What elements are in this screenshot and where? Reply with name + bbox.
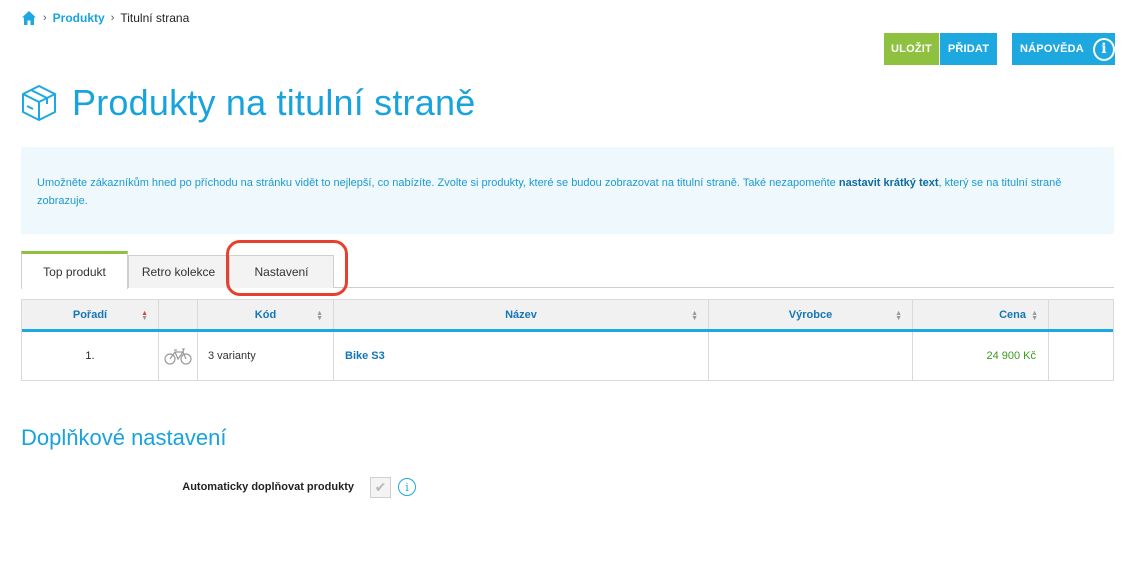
- column-header-manufacturer[interactable]: Výrobce ▲ ▼: [709, 300, 913, 329]
- highlight-annotation: [226, 240, 348, 296]
- column-header-name[interactable]: Název ▲ ▼: [334, 300, 709, 329]
- cell-price: 24 900 Kč: [913, 332, 1049, 380]
- cell-product-name-link[interactable]: Bike S3: [334, 332, 709, 380]
- breadcrumb-current: Titulní strana: [120, 11, 190, 25]
- sort-icon: ▲ ▼: [895, 310, 902, 322]
- section-title: Doplňkové nastavení: [21, 425, 227, 450]
- breadcrumb: › Produkty › Titulní strana: [21, 10, 189, 26]
- column-header-order[interactable]: Pořadí ▲ ▼: [22, 300, 159, 329]
- sort-icon: ▲ ▼: [316, 310, 323, 322]
- breadcrumb-separator: ›: [43, 12, 47, 24]
- save-button[interactable]: ULOŽIT: [884, 33, 939, 65]
- column-header-image: [159, 300, 198, 329]
- info-text-before: Umožněte zákazníkům hned po příchodu na …: [37, 177, 839, 189]
- setting-label: Automaticky doplňovat produkty: [182, 481, 354, 493]
- sort-icon: ▲ ▼: [1031, 310, 1038, 322]
- table-header: Pořadí ▲ ▼ Kód ▲ ▼ Název ▲ ▼ Výrobce ▲ ▼ Cen…: [22, 300, 1113, 332]
- page-header: Produkty na titulní straně: [21, 82, 475, 124]
- home-icon[interactable]: [21, 10, 37, 26]
- breadcrumb-separator: ›: [110, 12, 115, 24]
- tab-bar: Top produkt Retro kolekce Nastavení: [21, 251, 1114, 289]
- cell-code: 3 varianty: [198, 332, 334, 380]
- info-link-short-text[interactable]: nastavit krátký text: [839, 177, 939, 189]
- sort-asc-icon: ▲ ▼: [141, 310, 148, 322]
- column-header-actions: [1049, 300, 1113, 329]
- cell-actions: [1049, 332, 1113, 380]
- auto-fill-checkbox[interactable]: ✔: [370, 477, 391, 498]
- breadcrumb-link-products[interactable]: Produkty: [53, 11, 105, 25]
- column-header-code[interactable]: Kód ▲ ▼: [198, 300, 334, 329]
- sort-icon: ▲ ▼: [691, 310, 698, 322]
- page-title: Produkty na titulní straně: [72, 82, 476, 123]
- info-icon: i: [1092, 37, 1115, 61]
- tab-retro-collection[interactable]: Retro kolekce: [128, 255, 229, 288]
- table-row[interactable]: 1. 3 varianty Bike S3 24 900 Kč: [22, 332, 1113, 380]
- help-button-label: NÁPOVĚDA: [1020, 43, 1084, 55]
- info-icon[interactable]: i: [398, 478, 416, 496]
- cell-manufacturer: [709, 332, 913, 380]
- cell-order: 1.: [22, 332, 159, 380]
- help-button[interactable]: NÁPOVĚDA i: [1012, 33, 1115, 65]
- products-table: Pořadí ▲ ▼ Kód ▲ ▼ Název ▲ ▼ Výrobce ▲ ▼ Cen…: [21, 299, 1114, 381]
- toolbar: ULOŽIT PŘIDAT NÁPOVĚDA i: [884, 33, 1115, 65]
- info-box: Umožněte zákazníkům hned po příchodu na …: [21, 147, 1114, 234]
- bicycle-icon: [159, 332, 198, 380]
- column-header-price[interactable]: Cena ▲ ▼: [913, 300, 1049, 329]
- add-button[interactable]: PŘIDAT: [940, 33, 997, 65]
- box-icon: [21, 84, 57, 122]
- tab-top-product[interactable]: Top produkt: [21, 251, 128, 289]
- setting-auto-fill: Automaticky doplňovat produkty ✔ i: [0, 476, 500, 498]
